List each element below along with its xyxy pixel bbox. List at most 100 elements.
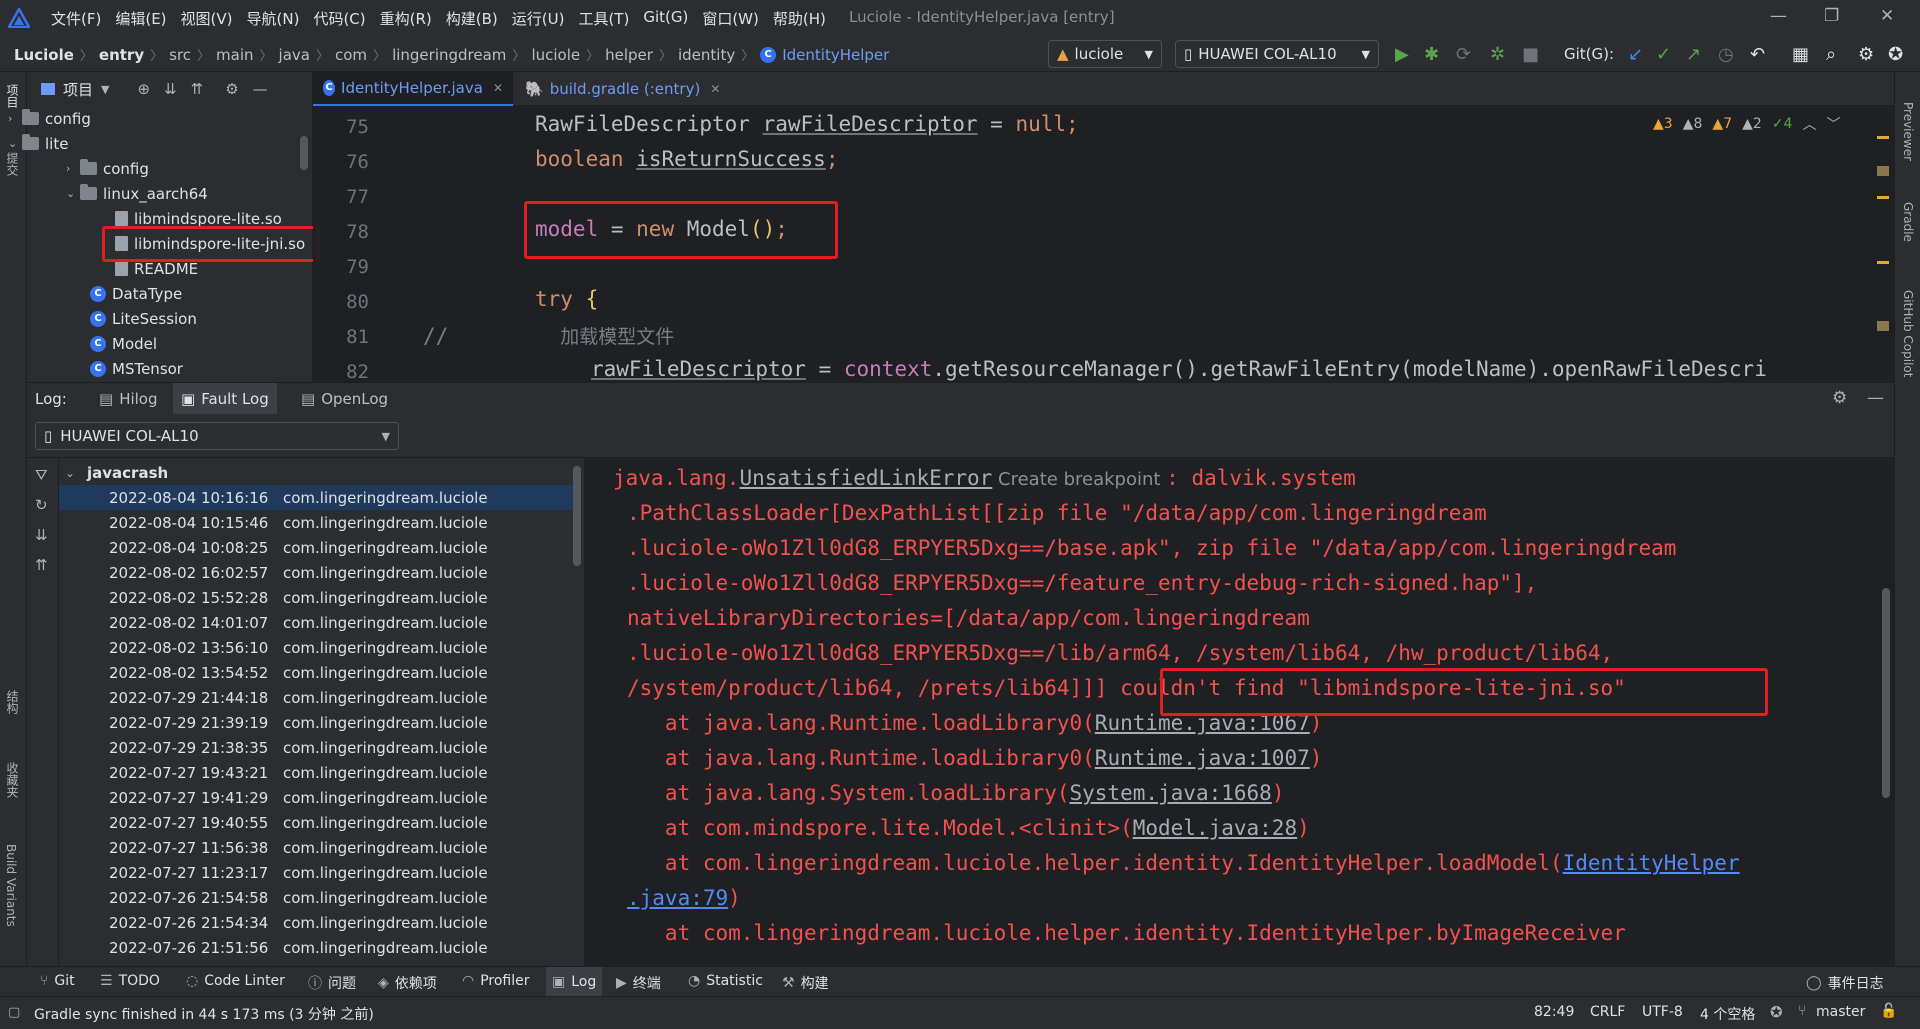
source-link[interactable]: Model.java:28 (1133, 816, 1297, 840)
profile-icon[interactable]: ✲ (1490, 44, 1505, 65)
lock-icon[interactable]: 🔓 (1880, 1003, 1897, 1019)
menu-window[interactable]: 窗口(W) (695, 8, 766, 29)
tool-tab-build[interactable]: ⚒ 构建 (782, 973, 829, 993)
tool-previewer[interactable]: Previewer (1901, 102, 1915, 161)
tree-item-datatype[interactable]: C DataType (90, 281, 182, 306)
tool-structure[interactable]: 结构 (4, 690, 21, 714)
chevron-right-icon[interactable]: › (66, 162, 80, 175)
source-link[interactable]: .java:79 (627, 886, 728, 910)
undo-icon[interactable]: ↶ (1750, 44, 1765, 65)
crash-entry[interactable]: 2022-08-02 13:56:10 com.lingeringdream.lu… (59, 635, 579, 660)
chevron-down-icon[interactable]: ⌄ (66, 187, 80, 200)
stop-icon[interactable]: ■ (1522, 44, 1539, 65)
debug-icon[interactable]: ✱ (1424, 44, 1439, 65)
chevron-down-icon[interactable]: ⌄ (65, 466, 75, 480)
exception-link[interactable]: UnsatisfiedLinkError (739, 466, 992, 490)
crash-entry[interactable]: 2022-07-27 19:41:29 com.lingeringdream.lu… (59, 785, 579, 810)
git-history-icon[interactable]: ◷ (1718, 44, 1734, 65)
tool-tab-code-linter[interactable]: ◌ Code Linter (186, 973, 285, 989)
tool-tab-problems[interactable]: ⓘ 问题 (308, 973, 356, 993)
breadcrumb-java[interactable]: java (279, 46, 310, 64)
source-link[interactable]: Runtime.java:1007 (1095, 746, 1310, 770)
error-stripe[interactable] (1877, 126, 1889, 376)
filter-icon[interactable]: ⛛ (35, 466, 48, 484)
menu-view[interactable]: 视图(V) (174, 8, 240, 29)
minimize-icon[interactable]: — (1770, 6, 1787, 26)
search-icon[interactable]: ⌕ (1826, 44, 1836, 65)
menu-build[interactable]: 构建(B) (439, 8, 505, 29)
crash-entry[interactable]: 2022-08-02 16:02:57 com.lingeringdream.lu… (59, 560, 579, 585)
close-icon[interactable]: ✕ (1880, 6, 1894, 26)
close-tab-icon[interactable]: ✕ (493, 81, 503, 95)
breadcrumb-identity[interactable]: identity (678, 46, 735, 64)
breadcrumb-com[interactable]: com (335, 46, 367, 64)
collapse-all-icon[interactable]: ⇈ (191, 80, 204, 98)
tree-item-config[interactable]: › config (8, 106, 91, 131)
crash-entry[interactable]: 2022-07-29 21:38:35 com.lingeringdream.lu… (59, 735, 579, 760)
crash-group-javacrash[interactable]: ⌄ javacrash (59, 460, 579, 485)
tool-project[interactable]: 项目 (4, 84, 21, 108)
crash-entry[interactable]: 2022-07-27 19:40:55 com.lingeringdream.lu… (59, 810, 579, 835)
breadcrumb-helper[interactable]: helper (605, 46, 653, 64)
tree-item-lite-config[interactable]: › config (66, 156, 149, 181)
tool-favorites[interactable]: 收藏夹 (4, 762, 21, 798)
file-encoding[interactable]: UTF-8 (1642, 1004, 1683, 1020)
tab-fault-log[interactable]: ▣ Fault Log (173, 383, 277, 415)
source-link[interactable]: IdentityHelper (1563, 851, 1740, 875)
chevron-down-icon[interactable]: ﹀ (1826, 114, 1840, 134)
status-message[interactable]: Gradle sync finished in 44 s 173 ms (3 分… (34, 1004, 374, 1024)
menu-refactor[interactable]: 重构(R) (373, 8, 439, 29)
git-branch[interactable]: master (1816, 1004, 1865, 1020)
settings-icon[interactable]: ⚙ (1858, 44, 1874, 65)
hide-panel-icon[interactable]: — (253, 80, 268, 98)
crash-entry[interactable]: 2022-07-27 11:23:17 com.lingeringdream.lu… (59, 860, 579, 885)
tree-item-model[interactable]: C Model (90, 331, 157, 356)
menu-navigate[interactable]: 导航(N) (240, 8, 307, 29)
crash-entry[interactable]: 2022-07-26 21:54:58 com.lingeringdream.lu… (59, 885, 579, 910)
tool-tab-todo[interactable]: ☰ TODO (100, 973, 160, 989)
crash-entry[interactable]: 2022-07-27 11:56:38 com.lingeringdream.lu… (59, 835, 579, 860)
tool-gradle[interactable]: Gradle (1901, 202, 1915, 242)
tree-item-linux-aarch64[interactable]: ⌄ linux_aarch64 (66, 181, 208, 206)
breadcrumb-main[interactable]: main (216, 46, 253, 64)
locate-icon[interactable]: ⊕ (137, 80, 150, 98)
git-push-icon[interactable]: ↗ (1686, 44, 1701, 65)
tree-item-mstensor[interactable]: C MSTensor (90, 356, 183, 381)
git-commit-icon[interactable]: ✓ (1656, 44, 1671, 65)
tool-tab-dependencies[interactable]: ◈ 依赖项 (378, 973, 437, 993)
tool-tab-statistic[interactable]: ◔ Statistic (688, 973, 763, 989)
project-structure-icon[interactable]: ▦ (1792, 44, 1809, 65)
close-tab-icon[interactable]: ✕ (710, 82, 720, 96)
crash-entry[interactable]: 2022-07-29 21:44:18 com.lingeringdream.lu… (59, 685, 579, 710)
tool-tab-event-log[interactable]: ◯ 事件日志 (1806, 973, 1884, 993)
chevron-down-icon[interactable]: ▼ (101, 83, 109, 96)
expand-all-icon[interactable]: ⇊ (35, 526, 48, 544)
menu-run[interactable]: 运行(U) (505, 8, 572, 29)
tool-tab-log[interactable]: ▣ Log (546, 967, 603, 997)
line-separator[interactable]: CRLF (1590, 1004, 1625, 1020)
hdc-icon[interactable]: ✪ (1888, 44, 1903, 65)
status-layout-icon[interactable]: ▢ (8, 1005, 20, 1020)
expand-all-icon[interactable]: ⇊ (164, 80, 177, 98)
tool-github-copilot[interactable]: GitHub Copilot (1901, 290, 1915, 377)
tree-item-litesession[interactable]: C LiteSession (90, 306, 197, 331)
log-device-dropdown[interactable]: ▯ HUAWEI COL-AL10 ▼ (35, 422, 399, 450)
project-panel-title[interactable]: 项目 (63, 79, 93, 100)
run-config-dropdown[interactable]: ▲ luciole ▼ (1048, 40, 1162, 68)
menu-edit[interactable]: 编辑(E) (108, 8, 173, 29)
indent-setting[interactable]: 4 个空格 (1700, 1004, 1755, 1024)
tool-tab-git[interactable]: ⑂ Git (40, 973, 75, 989)
breadcrumb-lingeringdream[interactable]: lingeringdream (392, 46, 506, 64)
git-update-icon[interactable]: ↙ (1628, 44, 1643, 65)
menu-file[interactable]: 文件(F) (44, 8, 108, 29)
breadcrumb-luciole[interactable]: luciole (531, 46, 580, 64)
source-link[interactable]: System.java:1668 (1070, 781, 1272, 805)
crash-list-scrollbar[interactable] (573, 466, 581, 566)
crash-entry[interactable]: 2022-07-26 21:54:34 com.lingeringdream.lu… (59, 910, 579, 935)
tree-item-lite[interactable]: ⌄ lite (8, 131, 68, 156)
chevron-up-icon[interactable]: ︿ (1802, 114, 1816, 134)
breadcrumb-src[interactable]: src (169, 46, 191, 64)
detail-scrollbar[interactable] (1882, 588, 1890, 798)
crash-entry[interactable]: 2022-08-02 14:01:07 com.lingeringdream.lu… (59, 610, 579, 635)
chevron-down-icon[interactable]: ⌄ (8, 137, 22, 150)
